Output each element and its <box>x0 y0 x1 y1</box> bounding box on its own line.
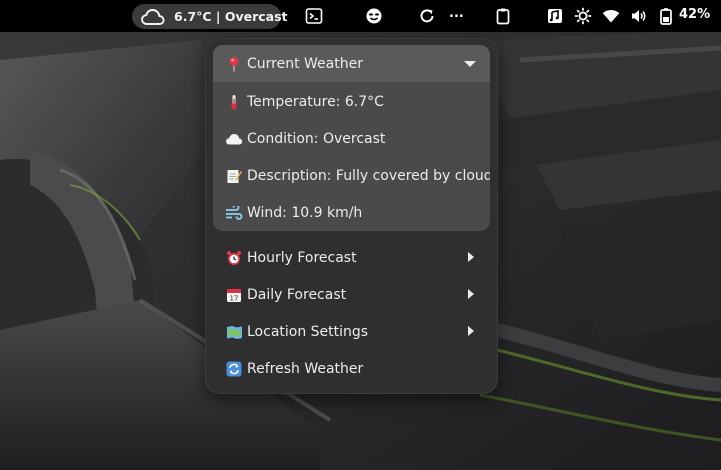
daily-forecast-label: Daily Forecast <box>247 287 347 303</box>
terminal-icon[interactable] <box>305 7 323 25</box>
clipboard-icon[interactable] <box>494 7 512 25</box>
map-icon <box>225 323 243 341</box>
battery-percentage: 42% <box>679 7 711 22</box>
weather-menu: Current Weather Temperature: 6.7°C Condi… <box>206 39 497 393</box>
description-label: Description: Fully covered by clouds <box>247 168 490 184</box>
emoji-icon[interactable] <box>365 7 383 25</box>
current-weather-submenu: Current Weather Temperature: 6.7°C Condi… <box>213 45 490 231</box>
refresh-weather-label: Refresh Weather <box>247 361 364 377</box>
condition-label: Condition: Overcast <box>247 131 386 147</box>
thermometer-icon <box>225 93 243 111</box>
chevron-right-icon <box>468 326 474 336</box>
brightness-icon[interactable] <box>574 7 592 25</box>
note-icon[interactable] <box>546 7 564 25</box>
hourly-forecast-item[interactable]: Hourly Forecast <box>225 249 357 267</box>
pin-icon <box>225 55 243 73</box>
chevron-right-icon <box>468 289 474 299</box>
weather-indicator-button[interactable]: 6.7°C | Overcast <box>132 4 288 29</box>
description-item[interactable]: Description: Fully covered by clouds <box>225 167 490 185</box>
current-weather-title: Current Weather <box>247 56 363 72</box>
temperature-label: Temperature: 6.7°C <box>247 94 384 110</box>
alarm-clock-icon <box>225 249 243 267</box>
weather-indicator-label: 6.7°C | Overcast <box>174 9 288 24</box>
cloud-icon <box>225 130 243 148</box>
refresh-icon <box>225 360 243 378</box>
wind-icon <box>225 204 243 222</box>
current-weather-header[interactable]: Current Weather <box>213 45 490 82</box>
daily-forecast-item[interactable]: 17 Daily Forecast <box>225 286 346 304</box>
memo-icon <box>225 167 243 185</box>
wind-label: Wind: 10.9 km/h <box>247 205 363 221</box>
refresh-icon[interactable] <box>418 7 436 25</box>
hourly-forecast-label: Hourly Forecast <box>247 250 357 266</box>
svg-text:17: 17 <box>230 295 239 303</box>
overflow-ellipsis[interactable]: ... <box>449 6 464 21</box>
wind-item[interactable]: Wind: 10.9 km/h <box>225 204 362 222</box>
chevron-down-icon <box>464 61 476 67</box>
temperature-item[interactable]: Temperature: 6.7°C <box>225 93 384 111</box>
calendar-icon: 17 <box>225 286 243 304</box>
cloud-icon <box>141 8 165 25</box>
refresh-weather-item[interactable]: Refresh Weather <box>225 360 363 378</box>
chevron-right-icon <box>468 252 474 262</box>
wifi-icon[interactable] <box>602 7 620 25</box>
volume-icon[interactable] <box>630 7 648 25</box>
top-bar: 6.7°C | Overcast ... 42% <box>0 0 721 32</box>
location-settings-label: Location Settings <box>247 324 369 340</box>
battery-icon[interactable] <box>657 7 675 25</box>
condition-item[interactable]: Condition: Overcast <box>225 130 385 148</box>
location-settings-item[interactable]: Location Settings <box>225 323 368 341</box>
